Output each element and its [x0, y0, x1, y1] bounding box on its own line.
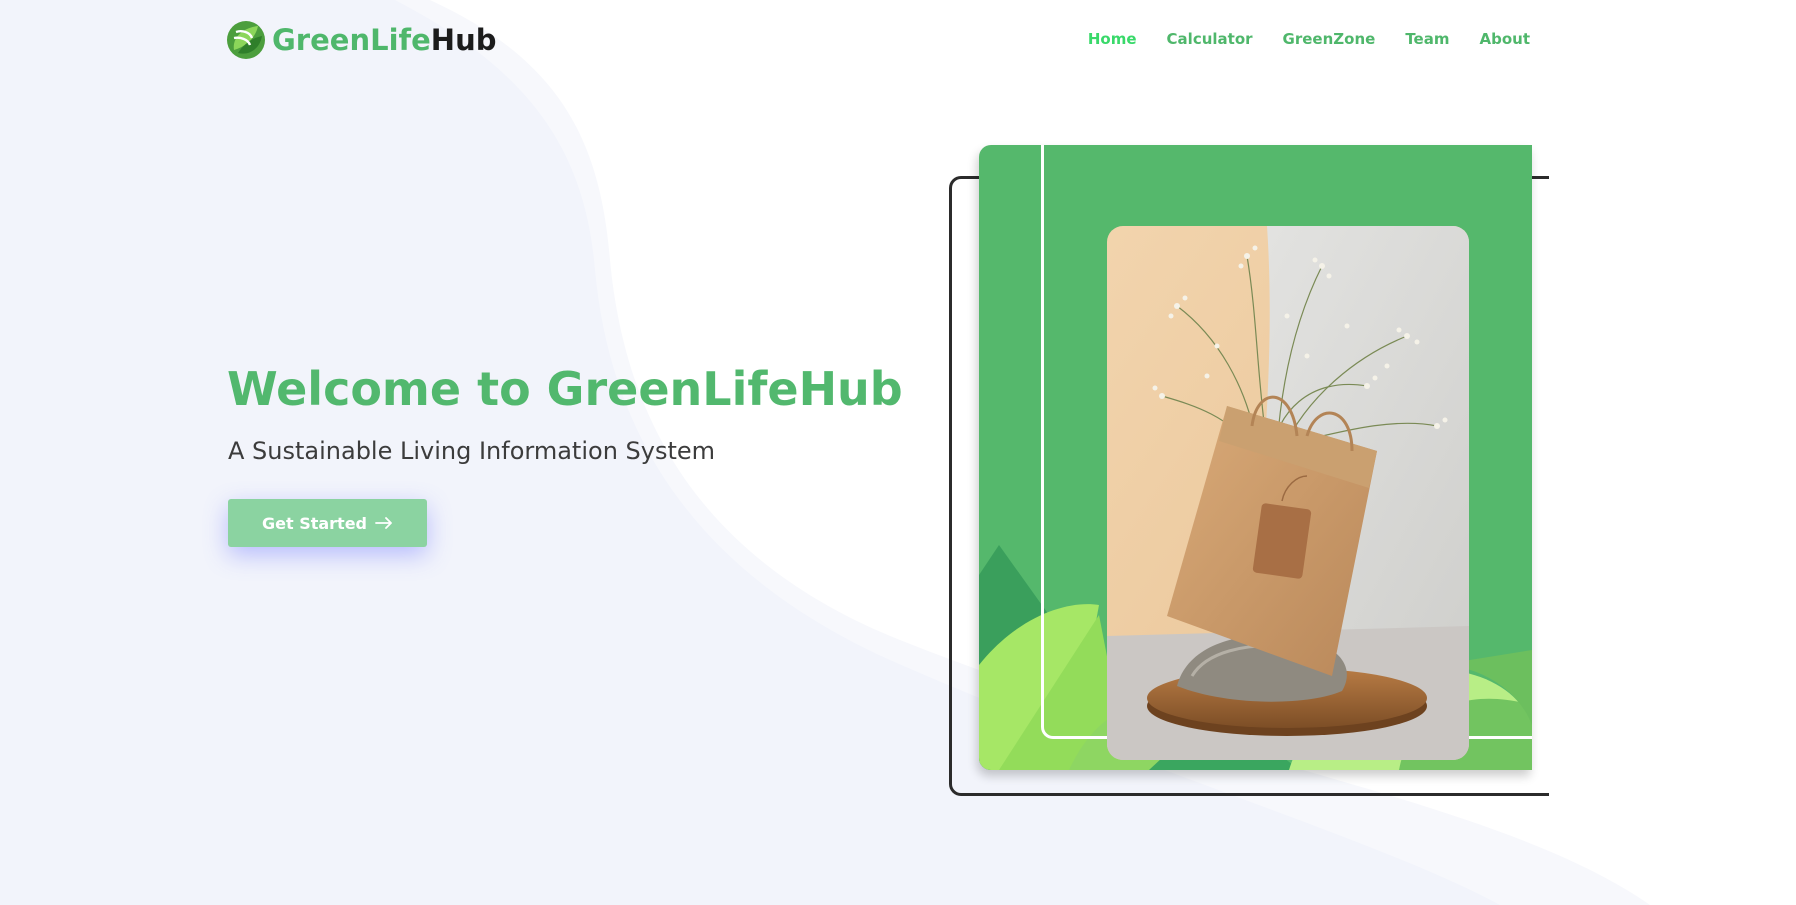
brand-name-dark: Hub: [430, 23, 497, 57]
nav-home[interactable]: Home: [1088, 30, 1137, 48]
nav-greenzone[interactable]: GreenZone: [1283, 30, 1376, 48]
hero-title: Welcome to GreenLifeHub: [227, 362, 903, 416]
illustration-green-card: [979, 145, 1532, 770]
paper-bag-with-flowers-image: [1107, 226, 1469, 760]
nav-calculator[interactable]: Calculator: [1167, 30, 1253, 48]
main-nav: Home Calculator GreenZone Team About: [1058, 30, 1530, 48]
get-started-button[interactable]: Get Started: [228, 499, 427, 547]
leaf-swirl-icon: [227, 21, 265, 59]
nav-team[interactable]: Team: [1405, 30, 1449, 48]
nav-about[interactable]: About: [1479, 30, 1530, 48]
brand-name: GreenLifeHub: [272, 20, 496, 60]
photo-art: [1107, 226, 1469, 760]
brand-logo-link[interactable]: GreenLifeHub: [226, 20, 496, 60]
arrow-right-icon: [375, 517, 392, 529]
landing-page: GreenLifeHub Home Calculator GreenZone T…: [0, 0, 1796, 905]
illustration-back-sheet: [1003, 110, 1603, 150]
hero-subtitle: A Sustainable Living Information System: [228, 437, 716, 465]
get-started-label: Get Started: [261, 513, 367, 533]
site-header: GreenLifeHub Home Calculator GreenZone T…: [226, 16, 1530, 66]
hero-illustration: [948, 110, 1603, 810]
brand-name-green: GreenLife: [272, 23, 431, 57]
